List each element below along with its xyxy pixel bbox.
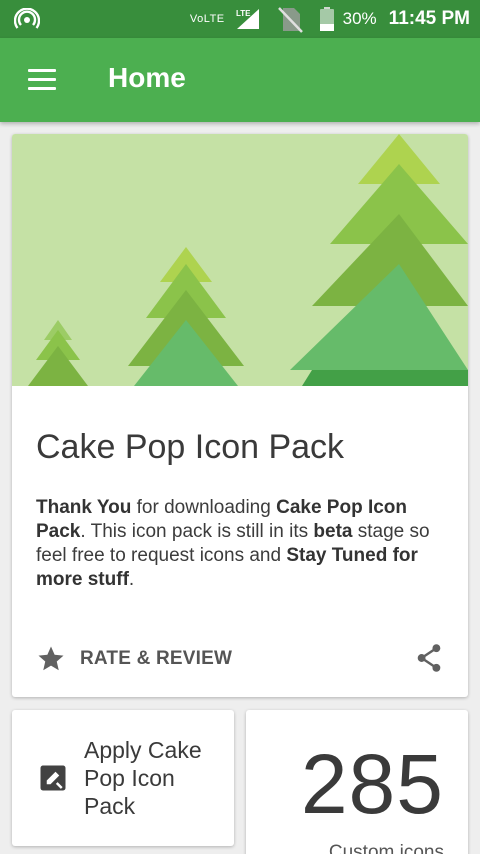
star-icon	[38, 646, 64, 671]
battery-percent: 30%	[342, 9, 377, 28]
share-icon[interactable]	[414, 642, 444, 674]
lte-label: LTE	[236, 9, 251, 18]
clock: 11:45 PM	[388, 8, 470, 29]
icon-count-label: Custom icons	[328, 842, 444, 854]
apply-label: Apply Cake Pop Icon Pack	[84, 737, 202, 819]
battery-icon	[319, 7, 334, 31]
menu-icon[interactable]	[28, 69, 56, 91]
app-bar: Home	[0, 38, 480, 122]
welcome-text: Thank You for downloading Cake Pop Icon …	[36, 497, 430, 590]
welcome-card: Cake Pop Icon Pack Thank You for downloa…	[12, 134, 468, 697]
apply-icon-pack-card[interactable]: Apply Cake Pop Icon Pack	[12, 710, 234, 846]
hotspot-icon	[14, 8, 40, 29]
hero-illustration	[12, 134, 468, 386]
signal-icon: LTE	[236, 9, 259, 29]
rate-review-button[interactable]: RATE & REVIEW	[36, 642, 232, 676]
volte-label: VoLTE	[189, 13, 225, 25]
icon-count-card: 285 Custom icons	[246, 710, 468, 854]
page-title: Home	[108, 62, 186, 93]
status-bar: VoLTE LTE 30% 11:45 PM	[0, 0, 480, 38]
rate-review-label: RATE & REVIEW	[80, 648, 233, 669]
icon-count: 285	[300, 737, 444, 831]
no-sim-icon	[277, 7, 303, 33]
app-name-heading: Cake Pop Icon Pack	[36, 428, 345, 466]
apply-icon	[40, 765, 66, 791]
